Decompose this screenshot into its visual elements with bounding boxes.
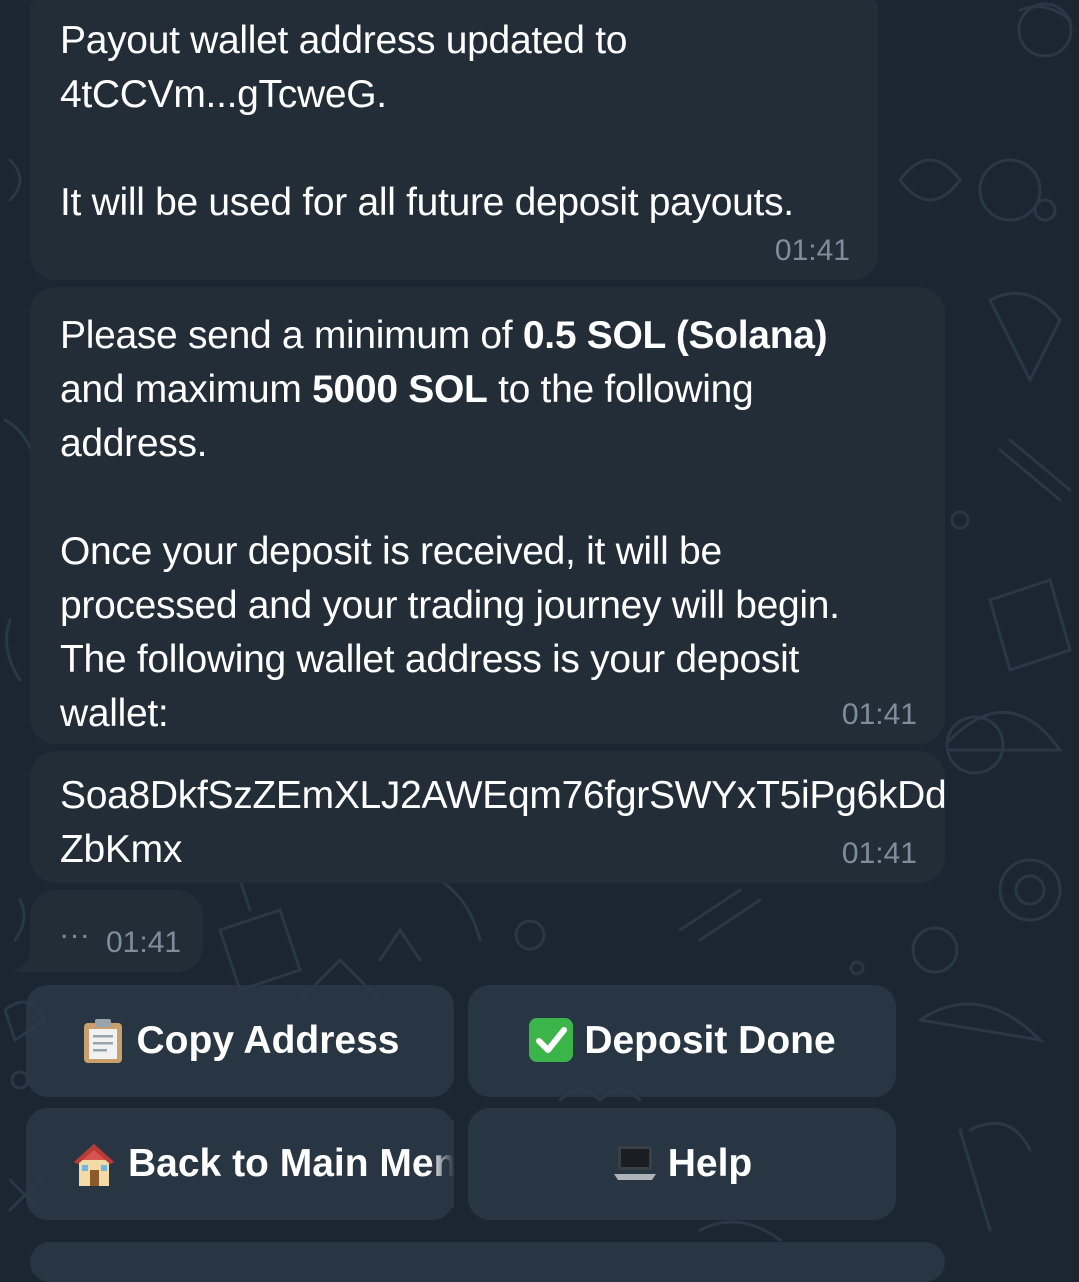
ellipsis-text: ... xyxy=(60,912,92,945)
button-text-fade xyxy=(430,1120,454,1208)
copy-address-button[interactable]: Copy Address xyxy=(26,985,454,1097)
message-timestamp: 01:41 xyxy=(106,926,182,959)
check-mark-icon xyxy=(528,1017,574,1065)
laptop-icon xyxy=(612,1140,656,1188)
message-bubble-ellipsis: ... 01:41 xyxy=(30,890,203,972)
message-bubble-payout-updated: Payout wallet address updated to 4tCCVm.… xyxy=(30,0,878,280)
help-label: Help xyxy=(667,1142,753,1185)
house-icon xyxy=(72,1140,116,1188)
max-amount: 5000 SOL xyxy=(312,368,488,411)
message-text: Payout wallet address updated to 4tCCVm.… xyxy=(60,19,794,224)
back-to-main-menu-label: Back to Main Menu xyxy=(128,1142,454,1185)
message-timestamp: 01:41 xyxy=(774,234,850,267)
message-bubble-deposit-instructions: Please send a minimum of 0.5 SOL (Solana… xyxy=(30,287,945,744)
back-to-main-menu-button[interactable]: Back to Main Menu xyxy=(26,1108,454,1220)
message-timestamp: 01:41 xyxy=(841,698,917,731)
clipboard-icon xyxy=(81,1017,125,1065)
wallet-address-text[interactable]: Soa8DkfSzZEmXLJ2AWEqm76fgrSWYxT5iPg6kDd … xyxy=(60,769,947,877)
deposit-done-label: Deposit Done xyxy=(584,1019,836,1062)
keyboard-button-partial[interactable] xyxy=(30,1242,945,1282)
min-amount: 0.5 SOL (Solana) xyxy=(522,314,828,357)
message-text: Please send a minimum of 0.5 SOL (Solana… xyxy=(60,314,840,735)
help-button[interactable]: Help xyxy=(468,1108,896,1220)
copy-address-label: Copy Address xyxy=(136,1019,400,1062)
message-bubble-wallet-address[interactable]: Soa8DkfSzZEmXLJ2AWEqm76fgrSWYxT5iPg6kDd … xyxy=(30,751,947,883)
message-timestamp: 01:41 xyxy=(841,837,917,870)
deposit-done-button[interactable]: Deposit Done xyxy=(468,985,896,1097)
